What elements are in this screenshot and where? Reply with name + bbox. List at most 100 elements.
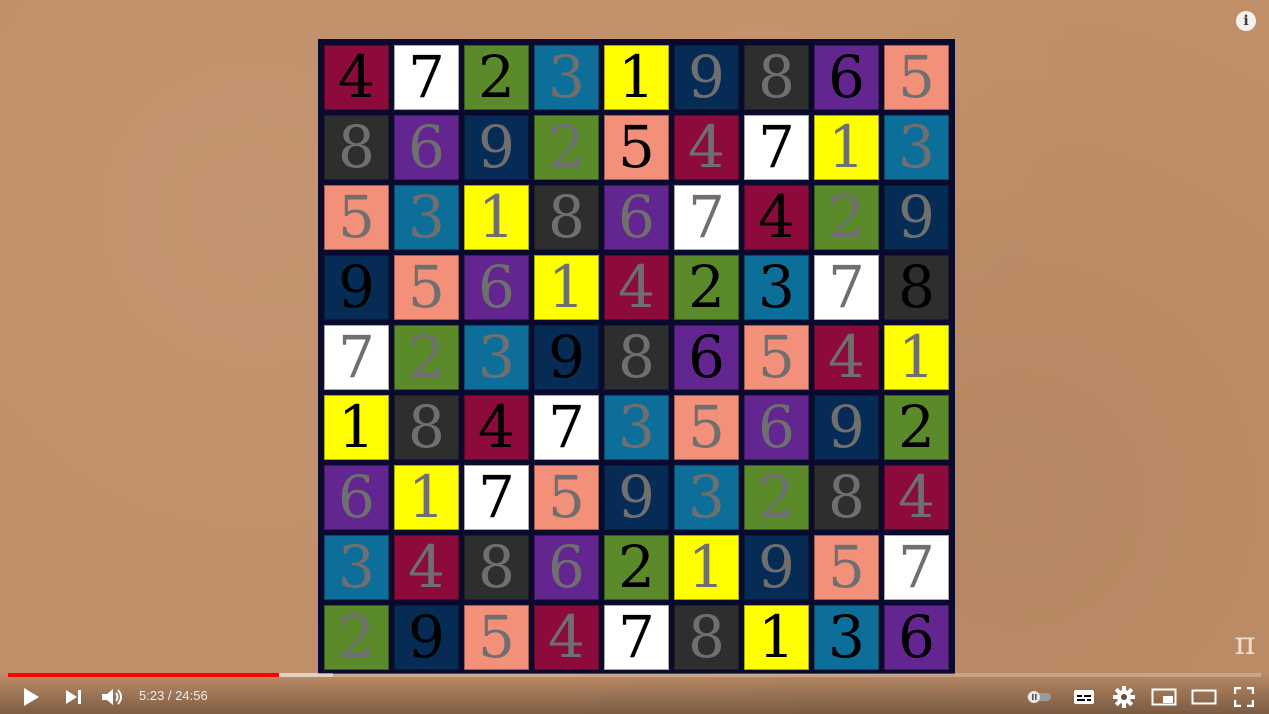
sudoku-cell: 1 <box>324 395 389 460</box>
next-button[interactable] <box>62 684 86 710</box>
sudoku-cell: 9 <box>394 605 459 670</box>
sudoku-cell: 1 <box>884 325 949 390</box>
settings-button[interactable] <box>1112 684 1136 710</box>
sudoku-cell: 3 <box>814 605 879 670</box>
sudoku-cell: 4 <box>674 115 739 180</box>
sudoku-cell: 5 <box>604 115 669 180</box>
sudoku-cell: 4 <box>394 535 459 600</box>
sudoku-cell: 7 <box>464 465 529 530</box>
progress-played <box>8 673 279 677</box>
sudoku-cell: 4 <box>604 255 669 320</box>
sudoku-cell: 1 <box>814 115 879 180</box>
sudoku-cell: 6 <box>814 45 879 110</box>
sudoku-cell: 7 <box>674 185 739 250</box>
sudoku-cell: 8 <box>464 535 529 600</box>
sudoku-cell: 8 <box>814 465 879 530</box>
sudoku-cell: 5 <box>324 185 389 250</box>
sudoku-cell: 1 <box>744 605 809 670</box>
sudoku-cell: 6 <box>324 465 389 530</box>
sudoku-cell: 2 <box>814 185 879 250</box>
sudoku-cell: 8 <box>674 605 739 670</box>
theater-mode-icon <box>1191 689 1217 705</box>
sudoku-cell: 5 <box>394 255 459 320</box>
channel-watermark[interactable]: π <box>1230 624 1260 664</box>
sudoku-cell: 2 <box>744 465 809 530</box>
sudoku-cell: 1 <box>464 185 529 250</box>
info-icon[interactable]: i <box>1236 11 1256 31</box>
sudoku-cell: 5 <box>674 395 739 460</box>
play-button[interactable] <box>18 684 44 710</box>
sudoku-cell: 1 <box>394 465 459 530</box>
volume-button[interactable] <box>100 684 126 710</box>
time-total: 24:56 <box>175 688 208 703</box>
sudoku-cell: 6 <box>464 255 529 320</box>
sudoku-cell: 1 <box>534 255 599 320</box>
sudoku-cell: 8 <box>394 395 459 460</box>
sudoku-cell: 6 <box>674 325 739 390</box>
sudoku-cell: 5 <box>464 605 529 670</box>
theater-mode-button[interactable] <box>1190 684 1218 710</box>
play-icon <box>24 688 39 706</box>
sudoku-cell: 3 <box>534 45 599 110</box>
sudoku-cell: 7 <box>324 325 389 390</box>
sudoku-cell: 6 <box>744 395 809 460</box>
sudoku-cell: 7 <box>534 395 599 460</box>
sudoku-cell: 7 <box>814 255 879 320</box>
sudoku-cell: 5 <box>744 325 809 390</box>
time-current: 5:23 <box>139 688 165 703</box>
volume-icon <box>102 689 122 705</box>
progress-bar[interactable] <box>8 673 1261 677</box>
sudoku-cell: 2 <box>464 45 529 110</box>
sudoku-cell: 9 <box>744 535 809 600</box>
sudoku-cell: 4 <box>324 45 389 110</box>
sudoku-cell: 7 <box>884 535 949 600</box>
sudoku-cell: 6 <box>884 605 949 670</box>
sudoku-cell: 6 <box>604 185 669 250</box>
sudoku-cell: 9 <box>814 395 879 460</box>
sudoku-cell: 6 <box>394 115 459 180</box>
sudoku-cell: 8 <box>604 325 669 390</box>
sudoku-cell: 4 <box>534 605 599 670</box>
sudoku-cell: 3 <box>604 395 669 460</box>
time-display: 5:23 / 24:56 <box>139 688 208 703</box>
sudoku-cell: 3 <box>464 325 529 390</box>
sudoku-cell: 2 <box>324 605 389 670</box>
sudoku-cell: 9 <box>884 185 949 250</box>
sudoku-cell: 5 <box>814 535 879 600</box>
sudoku-cell: 7 <box>604 605 669 670</box>
sudoku-cell: 5 <box>884 45 949 110</box>
sudoku-cell: 8 <box>884 255 949 320</box>
sudoku-cell: 2 <box>884 395 949 460</box>
subtitles-icon <box>1074 690 1094 704</box>
sudoku-cell: 9 <box>674 45 739 110</box>
sudoku-cell: 7 <box>394 45 459 110</box>
sudoku-cell: 4 <box>464 395 529 460</box>
sudoku-cell: 2 <box>534 115 599 180</box>
video-frame[interactable]: i 47231986586925471353186742995614237872… <box>0 0 1269 714</box>
sudoku-cell: 3 <box>744 255 809 320</box>
sudoku-cell: 3 <box>884 115 949 180</box>
sudoku-cell: 8 <box>324 115 389 180</box>
sudoku-cell: 7 <box>744 115 809 180</box>
sudoku-cell: 5 <box>534 465 599 530</box>
sudoku-cell: 4 <box>884 465 949 530</box>
sudoku-cell: 1 <box>604 45 669 110</box>
autoplay-toggle[interactable] <box>1024 684 1054 710</box>
fullscreen-icon <box>1234 687 1254 707</box>
autoplay-toggle-icon <box>1027 691 1051 703</box>
sudoku-cell: 4 <box>744 185 809 250</box>
sudoku-cell: 9 <box>604 465 669 530</box>
sudoku-cell: 9 <box>324 255 389 320</box>
sudoku-cell: 6 <box>534 535 599 600</box>
sudoku-board: 4723198658692547135318674299561423787239… <box>318 39 955 674</box>
miniplayer-button[interactable] <box>1150 684 1178 710</box>
settings-icon <box>1113 686 1135 708</box>
sudoku-cell: 9 <box>534 325 599 390</box>
miniplayer-icon <box>1151 688 1177 706</box>
fullscreen-button[interactable] <box>1232 684 1256 710</box>
subtitles-button[interactable] <box>1072 684 1096 710</box>
sudoku-cell: 2 <box>394 325 459 390</box>
next-icon <box>66 690 81 704</box>
sudoku-cell: 2 <box>674 255 739 320</box>
sudoku-cell: 4 <box>814 325 879 390</box>
